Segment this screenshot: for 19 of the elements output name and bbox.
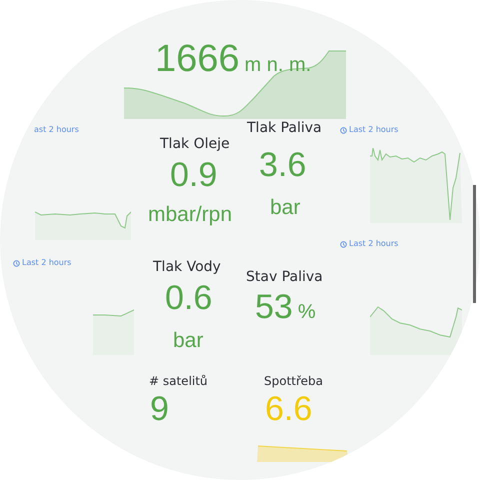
stat-title: Tlak Vody xyxy=(153,260,221,274)
stat-value: 9 xyxy=(150,392,169,426)
stat-title: Stav Paliva xyxy=(246,270,323,284)
stat-value: 3.6 xyxy=(259,148,306,182)
stat-value: 0.9 xyxy=(170,158,218,192)
stat-unit: mbar/rpn xyxy=(148,204,232,225)
time-range-link[interactable]: ast 2 hours xyxy=(34,126,79,134)
time-range-link[interactable]: Last 2 hours xyxy=(22,259,72,267)
time-range-link[interactable]: Last 2 hours xyxy=(349,126,398,134)
stat-title: Spottřeba xyxy=(264,375,324,387)
time-range-link[interactable]: Last 2 hours xyxy=(349,240,398,248)
stat-title: Tlak Oleje xyxy=(160,137,230,151)
stat-title: Tlak Paliva xyxy=(247,121,322,135)
stat-value: 6.6 xyxy=(265,392,312,426)
stat-value: 0.6 xyxy=(165,281,212,315)
stat-unit: bar xyxy=(173,330,204,351)
stat-value: 53% xyxy=(255,290,316,324)
stat-title: # satelitů xyxy=(149,375,208,387)
stat-unit: bar xyxy=(270,197,300,218)
